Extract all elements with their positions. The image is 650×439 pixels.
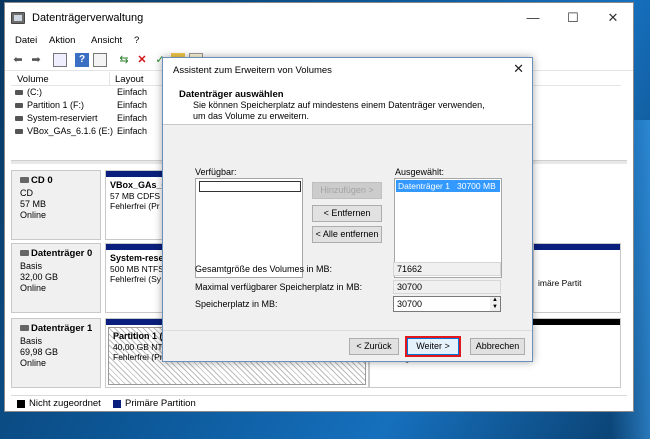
disk-name: Datenträger 1 xyxy=(31,323,93,334)
forward-arrow-icon[interactable]: ➡ xyxy=(29,53,43,67)
menu-aktion[interactable]: Aktion xyxy=(49,35,75,46)
dialog-close-button[interactable]: ✕ xyxy=(513,61,524,77)
title-bar: Datenträgerverwaltung — ☐ ✕ xyxy=(5,3,633,33)
volume-layout: Einfach xyxy=(117,100,148,110)
footer-separator xyxy=(163,330,532,331)
disk-type: Basis xyxy=(20,336,43,346)
legend-bar: Nicht zugeordnet Primäre Partition xyxy=(11,395,627,411)
disk-type: CD xyxy=(20,188,33,198)
total-size-label: Gesamtgröße des Volumes in MB: xyxy=(195,264,333,274)
volume-layout: Einfach xyxy=(117,126,148,136)
disk-size: 69,98 GB xyxy=(20,347,59,357)
selected-disk-size: 30700 MB xyxy=(457,181,496,191)
disk-management-app-icon xyxy=(11,12,25,24)
delete-icon[interactable]: ✕ xyxy=(135,53,149,67)
volume-layout: Einfach xyxy=(117,113,148,123)
column-volume[interactable]: Volume xyxy=(17,74,49,85)
menu-help[interactable]: ? xyxy=(134,35,139,46)
window-title: Datenträgerverwaltung xyxy=(32,12,144,24)
add-button[interactable]: Hinzufügen > xyxy=(312,182,382,199)
disk-status: Online xyxy=(20,210,47,220)
column-separator[interactable] xyxy=(109,72,110,86)
volume-layout: Einfach xyxy=(117,87,148,97)
connect-icon[interactable]: ⇆ xyxy=(117,53,131,67)
drive-icon xyxy=(15,103,23,108)
volume-name: VBox_GAs_6.1.6 (E:) xyxy=(27,126,114,136)
selected-list-item[interactable]: Datenträger 1 30700 MB xyxy=(396,180,500,192)
available-list[interactable] xyxy=(195,178,303,278)
wizard-step-description: Sie können Speicherplatz auf mindestens … xyxy=(193,100,485,121)
volume-name: Partition 1 (F:) xyxy=(27,100,85,110)
remove-button[interactable]: < Entfernen xyxy=(312,205,382,222)
disk-icon xyxy=(20,325,29,332)
drive-icon xyxy=(15,90,23,95)
column-layout[interactable]: Layout xyxy=(115,74,144,85)
wizard-step-title: Datenträger auswählen xyxy=(179,89,284,100)
max-space-label: Maximal verfügbarer Speicherplatz in MB: xyxy=(195,282,363,292)
max-space-value: 30700 xyxy=(393,280,501,294)
disk-info-disk0[interactable]: Datenträger 0 Basis 32,00 GB Online xyxy=(11,243,101,313)
disk-size: 32,00 GB xyxy=(20,272,59,282)
properties-icon[interactable] xyxy=(53,53,67,67)
next-button-highlight xyxy=(405,336,461,357)
legend-primary: Primäre Partition xyxy=(125,398,196,409)
volume-name: (C:) xyxy=(27,87,42,97)
wizard-header: Datenträger auswählen Sie können Speiche… xyxy=(163,81,532,125)
legend-unallocated-swatch xyxy=(17,400,25,408)
total-size-value: 71662 xyxy=(393,262,501,276)
available-label: Verfügbar: xyxy=(195,167,237,177)
spin-up-icon[interactable]: ▲ xyxy=(490,297,500,304)
volume-name: System-reserviert xyxy=(27,113,98,123)
extend-volume-wizard: Assistent zum Erweitern von Volumes ✕ Da… xyxy=(162,57,533,362)
dialog-title-bar: Assistent zum Erweitern von Volumes ✕ xyxy=(163,58,532,81)
space-label: Speicherplatz in MB: xyxy=(195,299,278,309)
view-icon[interactable] xyxy=(93,53,107,67)
remove-all-button[interactable]: < Alle entfernen xyxy=(312,226,382,243)
menu-bar: Datei Aktion Ansicht ? xyxy=(5,33,633,49)
disk-type: Basis xyxy=(20,261,43,271)
maximize-button[interactable]: ☐ xyxy=(553,3,593,33)
disk-status: Online xyxy=(20,283,47,293)
disk-size: 57 MB xyxy=(20,199,47,209)
drive-icon xyxy=(15,116,23,121)
disk-status: Online xyxy=(20,358,47,368)
help-icon[interactable]: ? xyxy=(75,53,89,67)
disk-info-disk1[interactable]: Datenträger 1 Basis 69,98 GB Online xyxy=(11,318,101,388)
back-button[interactable]: < Zurück xyxy=(349,338,399,355)
cd-drive-icon xyxy=(15,129,23,134)
selected-label: Ausgewählt: xyxy=(395,167,445,177)
disk-name: CD 0 xyxy=(31,175,53,186)
partition-c[interactable]: imäre Partit xyxy=(533,243,621,313)
available-list-focus-item[interactable] xyxy=(199,181,301,192)
space-input[interactable]: 30700 ▲ ▼ xyxy=(393,296,501,312)
back-arrow-icon[interactable]: ⬅ xyxy=(11,53,25,67)
disk-icon xyxy=(20,250,29,257)
cancel-button[interactable]: Abbrechen xyxy=(470,338,525,355)
legend-unallocated: Nicht zugeordnet xyxy=(29,398,101,409)
cd-icon xyxy=(20,177,29,184)
legend-primary-swatch xyxy=(113,400,121,408)
selected-disk-name: Datenträger 1 xyxy=(398,181,450,191)
spin-down-icon[interactable]: ▼ xyxy=(490,304,500,311)
menu-ansicht[interactable]: Ansicht xyxy=(91,35,122,46)
minimize-button[interactable]: — xyxy=(513,3,553,33)
dialog-title: Assistent zum Erweitern von Volumes xyxy=(173,65,332,76)
menu-datei[interactable]: Datei xyxy=(15,35,37,46)
close-button[interactable]: ✕ xyxy=(593,3,633,33)
partition-status: imäre Partit xyxy=(538,278,582,288)
space-input-value: 30700 xyxy=(397,299,423,309)
disk-name: Datenträger 0 xyxy=(31,248,93,259)
disk-info-cd0[interactable]: CD 0 CD 57 MB Online xyxy=(11,170,101,240)
